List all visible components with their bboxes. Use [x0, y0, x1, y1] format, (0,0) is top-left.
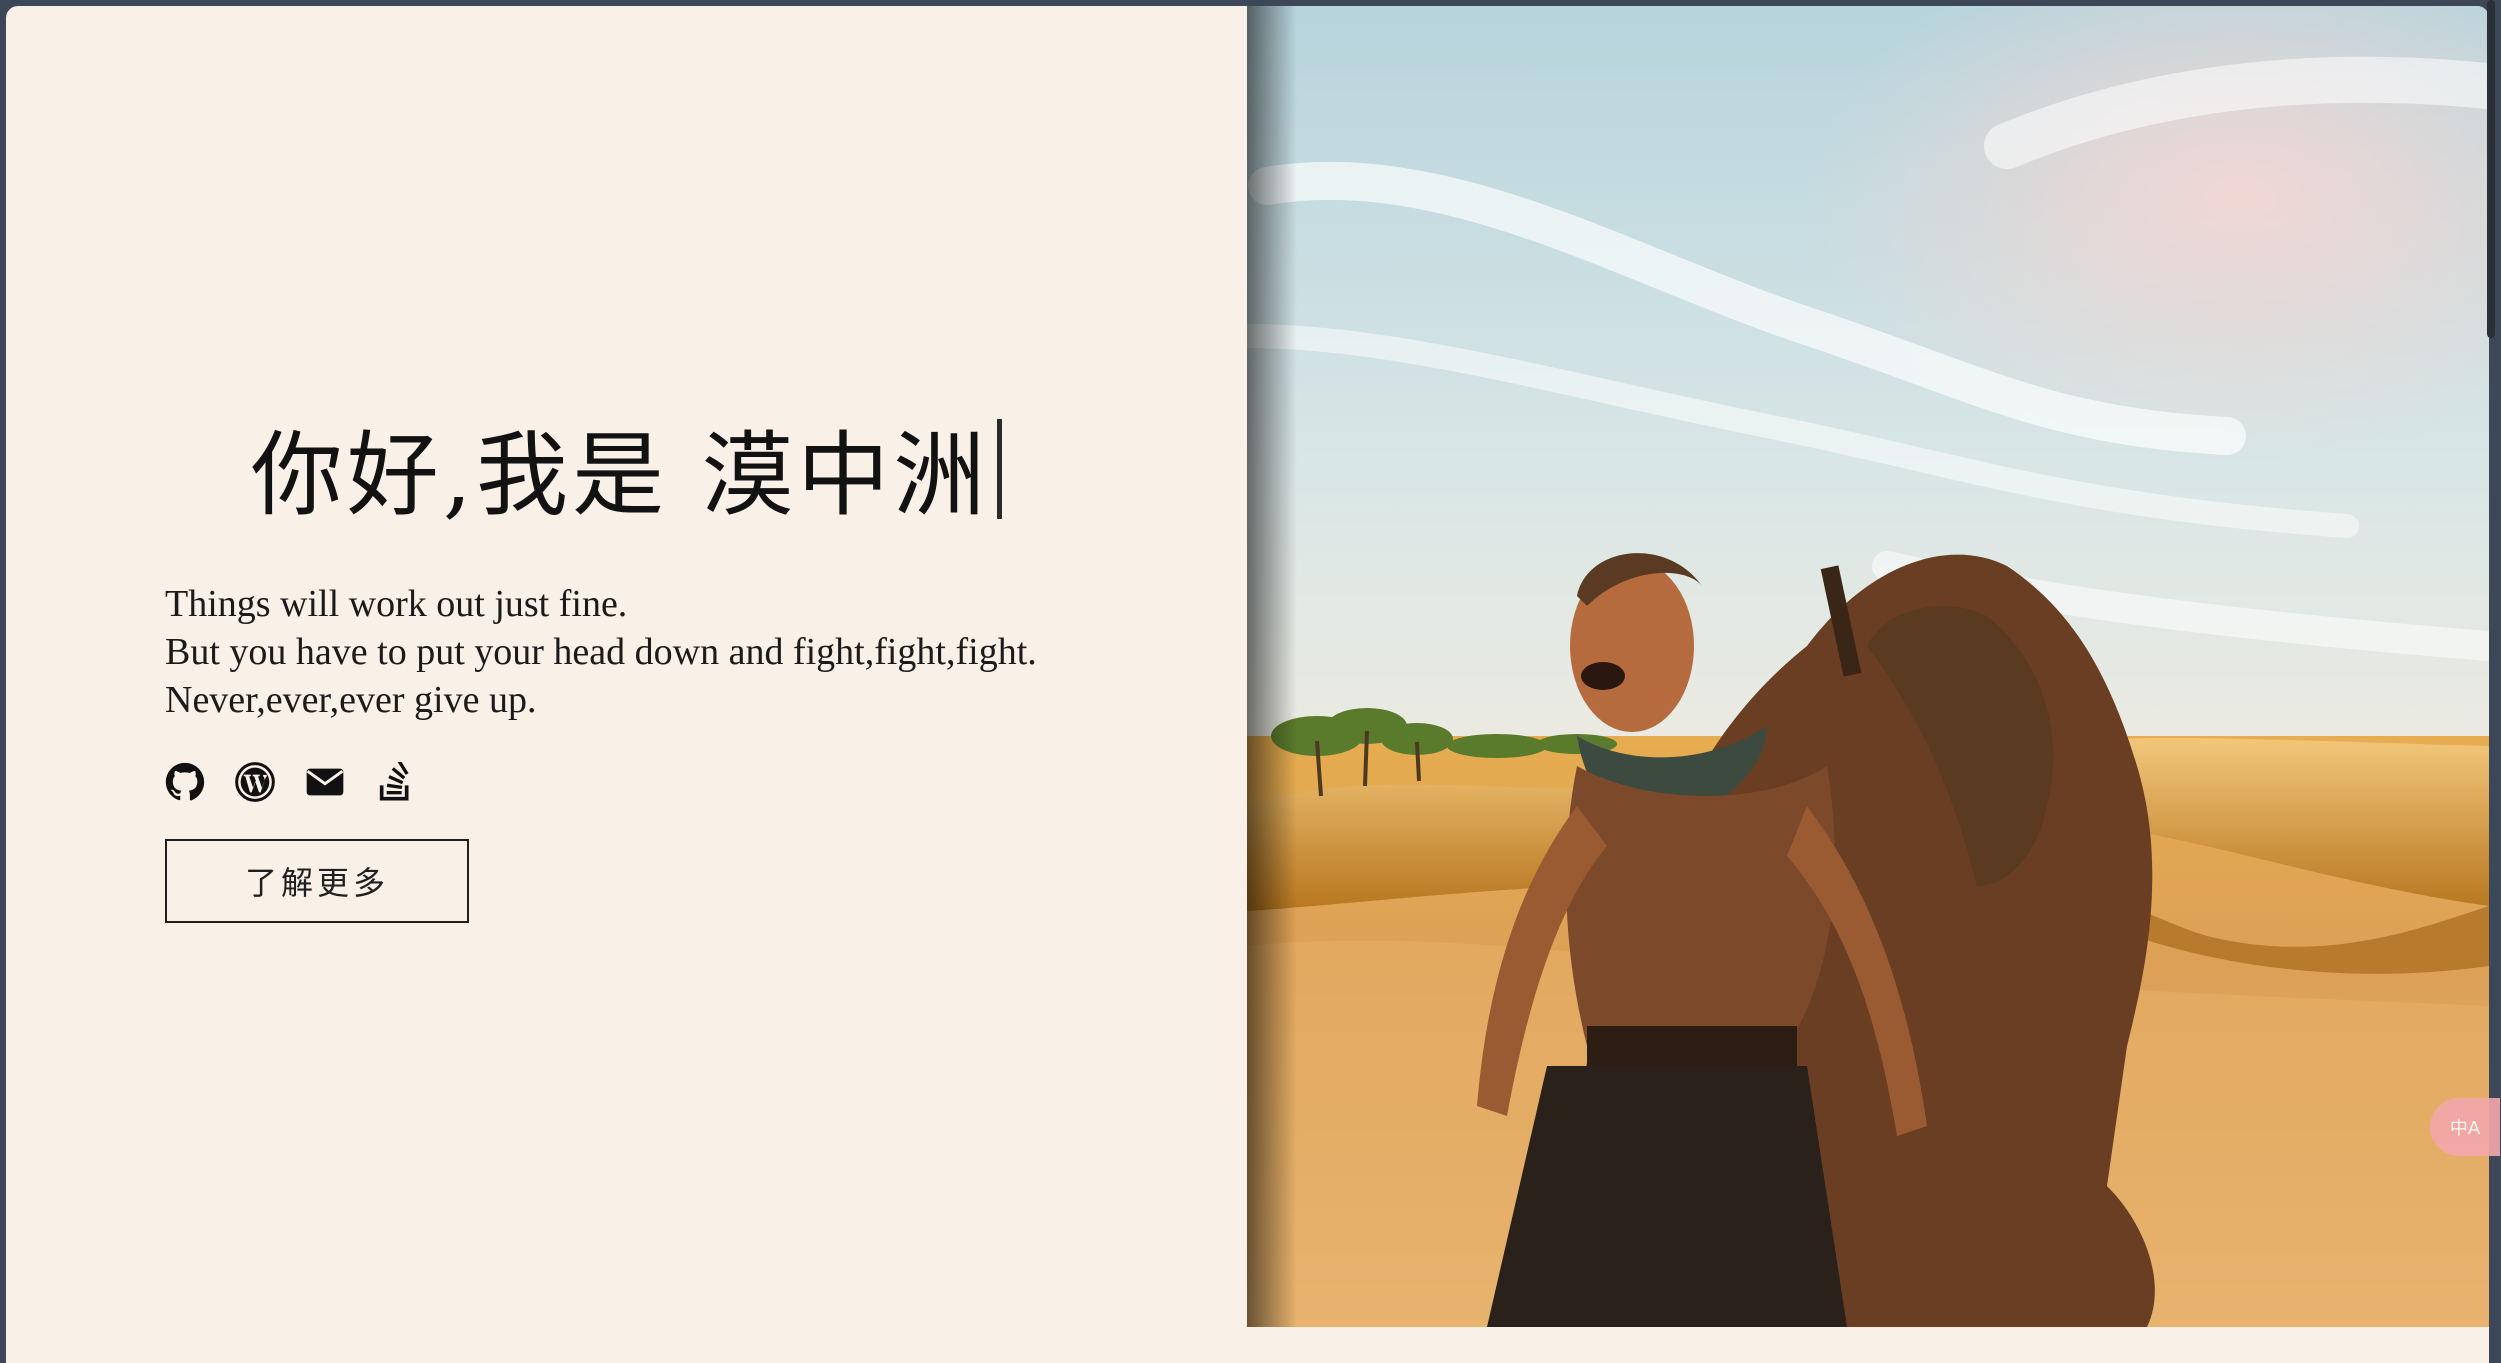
typing-cursor	[997, 419, 1003, 519]
scrollbar[interactable]	[2487, 0, 2495, 338]
hero-tagline: Things will work out just fine. But you …	[165, 580, 1037, 724]
tagline-line: Things will work out just fine.	[165, 583, 628, 625]
hero-left-panel: 你好,我是 漠中洲 Things will work out just fine…	[6, 6, 1247, 1363]
hero-image	[1247, 6, 2489, 1327]
tagline-line: But you have to put your head down and f…	[165, 631, 1037, 673]
github-icon[interactable]	[165, 762, 205, 802]
translate-widget-button[interactable]: 中A	[2430, 1098, 2500, 1156]
tagline-line: Never,ever,ever give up.	[165, 679, 537, 721]
page-frame: 你好,我是 漠中洲 Things will work out just fine…	[6, 6, 2489, 1363]
social-links	[165, 762, 415, 802]
desert-explorer-image	[1247, 6, 2489, 1327]
learn-more-button[interactable]: 了解更多	[165, 839, 469, 923]
email-icon[interactable]	[305, 762, 345, 802]
wordpress-icon[interactable]	[235, 762, 275, 802]
hero-greeting: 你好,我是 漠中洲	[6, 416, 1247, 536]
stack-overflow-icon[interactable]	[375, 762, 415, 802]
